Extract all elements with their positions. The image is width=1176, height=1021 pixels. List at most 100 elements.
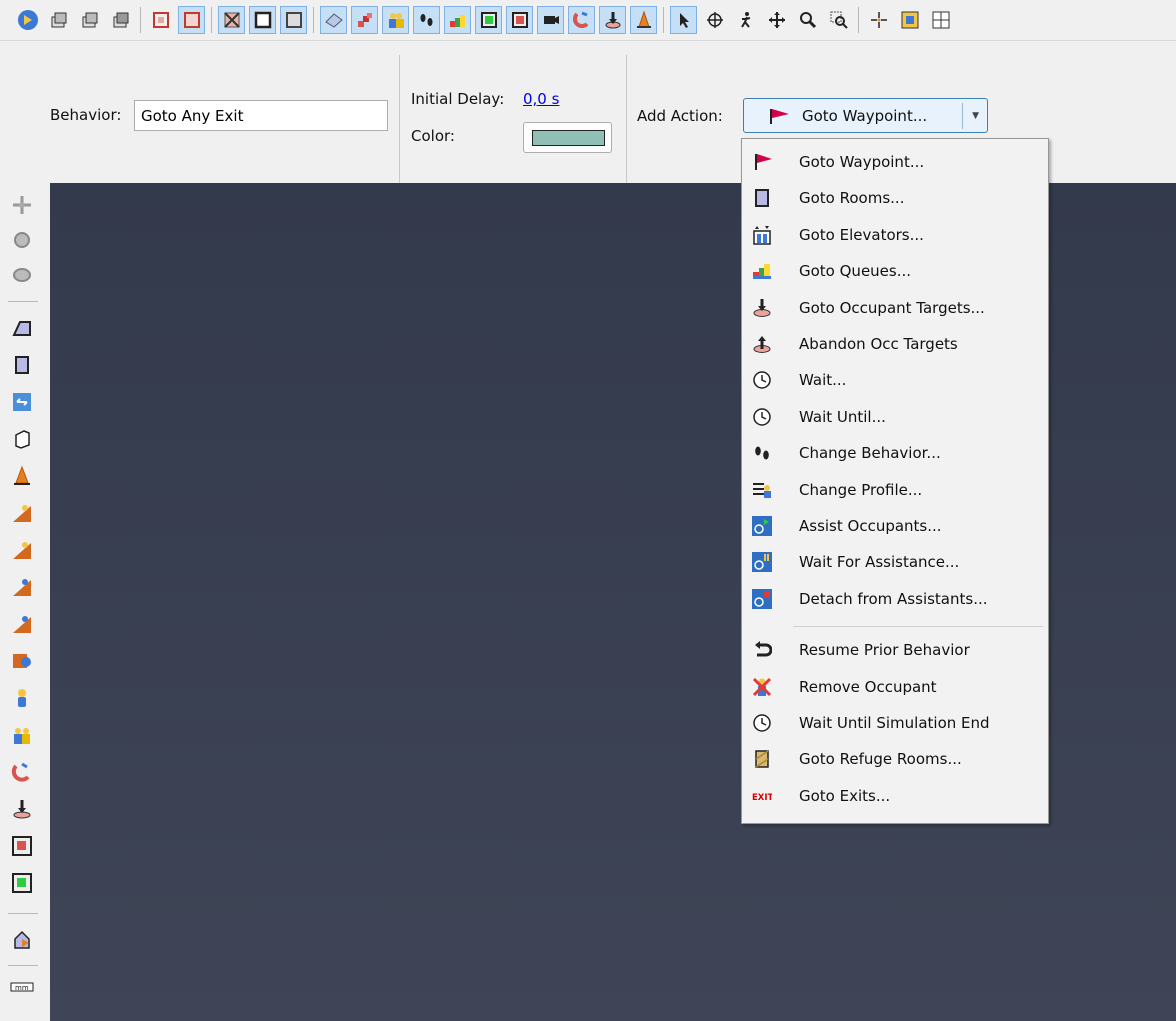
menu-item-label: Change Behavior... bbox=[799, 444, 941, 463]
wall-view-icon[interactable] bbox=[178, 6, 205, 34]
menu-item-detach-from-assistants[interactable]: Detach from Assistants... bbox=[743, 581, 1047, 617]
remove-occupant-icon bbox=[752, 677, 772, 697]
dropdown-divider bbox=[962, 103, 963, 129]
profile-icon bbox=[752, 480, 772, 500]
floor-view-icon[interactable] bbox=[76, 6, 103, 34]
menu-item-wait-until-simulation-end[interactable]: Wait Until Simulation End bbox=[743, 705, 1047, 741]
cone-icon[interactable] bbox=[10, 464, 34, 488]
stairs-icon[interactable] bbox=[351, 6, 378, 34]
chevron-down-icon[interactable]: ▼ bbox=[972, 111, 979, 121]
menu-item-goto-waypoint[interactable]: Goto Waypoint... bbox=[743, 144, 1047, 180]
pointer-icon[interactable] bbox=[670, 6, 697, 34]
box-view-icon[interactable] bbox=[249, 6, 276, 34]
menu-item-label: Resume Prior Behavior bbox=[799, 641, 970, 660]
zoom-icon[interactable] bbox=[794, 6, 821, 34]
box-icon[interactable] bbox=[10, 427, 34, 451]
floor-view-icon[interactable] bbox=[107, 6, 134, 34]
menu-item-change-behavior[interactable]: Change Behavior... bbox=[743, 435, 1047, 471]
ruler-icon[interactable]: mm bbox=[10, 975, 34, 999]
snap-icon[interactable] bbox=[14, 6, 41, 34]
menu-separator bbox=[793, 626, 1043, 627]
menu-item-label: Goto Elevators... bbox=[799, 225, 924, 244]
box-person-icon[interactable] bbox=[10, 649, 34, 673]
menu-item-resume-prior-behavior[interactable]: Resume Prior Behavior bbox=[743, 632, 1047, 668]
ramp-2-icon[interactable] bbox=[10, 612, 34, 636]
person-icon[interactable] bbox=[10, 686, 34, 710]
floor-view-icon[interactable] bbox=[45, 6, 72, 34]
menu-item-label: Detach from Assistants... bbox=[799, 589, 988, 608]
menu-item-wait[interactable]: Wait... bbox=[743, 362, 1047, 398]
green-door-icon[interactable] bbox=[10, 871, 34, 895]
menu-item-label: Goto Refuge Rooms... bbox=[799, 750, 962, 769]
assist-icon bbox=[752, 516, 772, 536]
room-icon bbox=[752, 188, 772, 208]
svg-text:EXIT: EXIT bbox=[752, 793, 772, 803]
material-icon[interactable] bbox=[320, 6, 347, 34]
rotate-3d-icon[interactable] bbox=[10, 263, 34, 287]
orbit-icon[interactable] bbox=[701, 6, 728, 34]
pan-icon[interactable] bbox=[763, 6, 790, 34]
ramp-1-icon[interactable] bbox=[10, 575, 34, 599]
add-action-dropdown[interactable]: Goto Waypoint... ▼ bbox=[743, 98, 988, 133]
flag-icon bbox=[752, 152, 772, 172]
stair-up-1-icon[interactable] bbox=[10, 501, 34, 525]
behavior-name-input[interactable] bbox=[134, 100, 388, 131]
menu-item-abandon-occ-targets[interactable]: Abandon Occ Targets bbox=[743, 326, 1047, 362]
color-label: Color: bbox=[411, 127, 455, 145]
move-icon[interactable] bbox=[10, 193, 34, 217]
grid-view-icon[interactable] bbox=[927, 6, 954, 34]
magnet-icon[interactable] bbox=[568, 6, 595, 34]
export-icon[interactable] bbox=[10, 928, 34, 952]
menu-item-goto-rooms[interactable]: Goto Rooms... bbox=[743, 180, 1047, 216]
magnet-icon[interactable] bbox=[10, 760, 34, 784]
menu-item-goto-elevators[interactable]: Goto Elevators... bbox=[743, 217, 1047, 253]
add-action-selected: Goto Waypoint... bbox=[802, 107, 928, 125]
toolbar-separator bbox=[211, 7, 212, 33]
no-render-icon[interactable] bbox=[218, 6, 245, 34]
red-door-icon[interactable] bbox=[10, 834, 34, 858]
zoom-box-icon[interactable] bbox=[825, 6, 852, 34]
menu-item-label: Goto Exits... bbox=[799, 786, 891, 805]
menu-item-goto-occupant-targets[interactable]: Goto Occupant Targets... bbox=[743, 290, 1047, 326]
menu-item-goto-queues[interactable]: Goto Queues... bbox=[743, 253, 1047, 289]
stair-up-2-icon[interactable] bbox=[10, 538, 34, 562]
target-icon[interactable] bbox=[599, 6, 626, 34]
menu-item-goto-refuge-rooms[interactable]: Goto Refuge Rooms... bbox=[743, 741, 1047, 777]
fit-view-icon[interactable] bbox=[896, 6, 923, 34]
color-picker-button[interactable] bbox=[523, 122, 612, 153]
red-door-icon[interactable] bbox=[506, 6, 533, 34]
footsteps-icon[interactable] bbox=[413, 6, 440, 34]
left-toolbar: mm bbox=[0, 183, 50, 1021]
walk-icon[interactable] bbox=[732, 6, 759, 34]
initial-delay-link[interactable]: 0,0 s bbox=[523, 90, 559, 108]
menu-item-label: Goto Waypoint... bbox=[799, 153, 925, 171]
door-icon[interactable] bbox=[10, 390, 34, 414]
target-icon[interactable] bbox=[10, 797, 34, 821]
box-view-icon[interactable] bbox=[280, 6, 307, 34]
queue-icon[interactable] bbox=[444, 6, 471, 34]
polygon-room-icon[interactable] bbox=[10, 316, 34, 340]
group-icon[interactable] bbox=[10, 723, 34, 747]
cone-icon[interactable] bbox=[630, 6, 657, 34]
occupants-icon[interactable] bbox=[382, 6, 409, 34]
toolbar-separator bbox=[313, 7, 314, 33]
camera-icon[interactable] bbox=[537, 6, 564, 34]
target-down-icon bbox=[752, 298, 772, 318]
rotate-icon[interactable] bbox=[10, 228, 34, 252]
menu-item-wait-until[interactable]: Wait Until... bbox=[743, 399, 1047, 435]
crosshair-icon[interactable] bbox=[865, 6, 892, 34]
rect-room-icon[interactable] bbox=[10, 353, 34, 377]
panel-divider bbox=[399, 55, 400, 184]
wall-view-icon[interactable] bbox=[147, 6, 174, 34]
menu-item-remove-occupant[interactable]: Remove Occupant bbox=[743, 669, 1047, 705]
menu-item-wait-for-assistance[interactable]: Wait For Assistance... bbox=[743, 544, 1047, 580]
menu-item-goto-exits[interactable]: EXIT Goto Exits... bbox=[743, 778, 1047, 814]
refuge-room-icon bbox=[752, 749, 772, 769]
menu-item-assist-occupants[interactable]: Assist Occupants... bbox=[743, 508, 1047, 544]
menu-item-label: Wait Until Simulation End bbox=[799, 714, 990, 732]
menu-item-change-profile[interactable]: Change Profile... bbox=[743, 472, 1047, 508]
main-toolbar bbox=[0, 0, 1176, 40]
green-door-icon[interactable] bbox=[475, 6, 502, 34]
toolbar-separator bbox=[8, 965, 38, 966]
menu-item-label: Goto Rooms... bbox=[799, 189, 905, 208]
